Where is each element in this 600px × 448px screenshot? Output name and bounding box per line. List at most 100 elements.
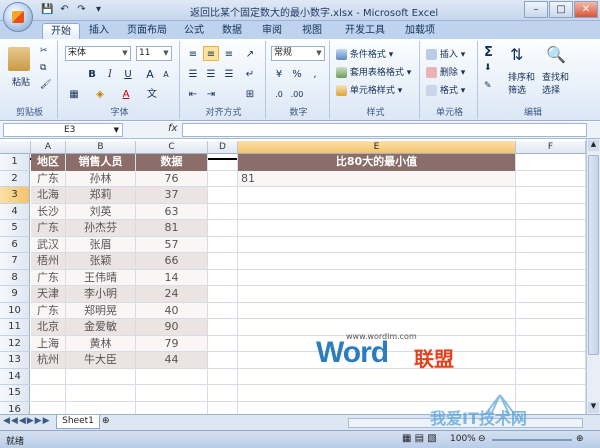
column-header-f[interactable]: F: [516, 141, 586, 154]
grow-font-button[interactable]: A: [142, 66, 158, 81]
scroll-thumb[interactable]: [588, 155, 599, 355]
tab-formulas[interactable]: 公式: [180, 23, 208, 39]
italic-button[interactable]: I: [102, 66, 118, 81]
scroll-up-icon[interactable]: ▲: [588, 140, 599, 151]
tab-page-layout[interactable]: 页面布局: [122, 23, 172, 39]
table-cell[interactable]: 北京: [31, 319, 65, 335]
align-left-icon[interactable]: ☰: [185, 66, 201, 81]
table-cell[interactable]: 广东: [31, 170, 65, 186]
table-cell[interactable]: 广东: [31, 269, 65, 285]
font-size-select[interactable]: 11 ▼: [136, 46, 172, 61]
row-header[interactable]: 2: [0, 170, 30, 187]
row-header[interactable]: 15: [0, 385, 30, 402]
table-header-cell[interactable]: 数据: [136, 154, 207, 171]
column-header-c[interactable]: C: [136, 141, 208, 154]
minimize-button[interactable]: –: [524, 1, 548, 18]
row-header[interactable]: 13: [0, 352, 30, 369]
row-header[interactable]: 3: [0, 187, 30, 204]
table-cell[interactable]: 57: [136, 236, 207, 252]
bold-button[interactable]: B: [84, 66, 100, 81]
new-sheet-icon[interactable]: ⊕: [102, 416, 110, 426]
comma-button[interactable]: ,: [307, 66, 323, 81]
table-cell[interactable]: 北海: [31, 187, 65, 203]
row-header[interactable]: 7: [0, 253, 30, 270]
table-cell[interactable]: 黄林: [66, 335, 135, 351]
table-cell[interactable]: 76: [136, 170, 207, 186]
table-cell[interactable]: 武汉: [31, 236, 65, 252]
table-cell[interactable]: 44: [136, 352, 207, 368]
cell-styles-button[interactable]: 单元格样式 ▾: [336, 83, 402, 96]
row-header[interactable]: 16: [0, 401, 30, 414]
table-cell[interactable]: 66: [136, 253, 207, 269]
number-format-select[interactable]: 常规 ▼: [271, 46, 325, 61]
increase-indent-icon[interactable]: ⇥: [203, 86, 219, 101]
table-cell[interactable]: 梧州: [31, 253, 65, 269]
border-icon[interactable]: ▦: [66, 86, 82, 101]
decrease-indent-icon[interactable]: ⇤: [185, 86, 201, 101]
table-cell[interactable]: 40: [136, 302, 207, 318]
tab-home[interactable]: 开始: [42, 23, 80, 39]
find-select-label-2[interactable]: 选择: [542, 83, 560, 96]
table-cell[interactable]: 王伟晴: [66, 269, 135, 285]
table-cell[interactable]: 广东: [31, 220, 65, 236]
row-header[interactable]: 6: [0, 236, 30, 253]
row-header[interactable]: 4: [0, 203, 30, 220]
zoom-slider[interactable]: [492, 439, 572, 441]
table-cell[interactable]: 上海: [31, 335, 65, 351]
row-header[interactable]: 9: [0, 286, 30, 303]
phonetic-icon[interactable]: 文: [144, 86, 160, 101]
zoom-level[interactable]: 100%: [450, 434, 476, 444]
wrap-text-icon[interactable]: ↵: [242, 66, 258, 81]
row-header[interactable]: 12: [0, 335, 30, 352]
clear-icon[interactable]: ✎: [484, 81, 492, 91]
table-cell[interactable]: 63: [136, 203, 207, 219]
sort-filter-label-2[interactable]: 筛选: [508, 83, 526, 96]
delete-cells-button[interactable]: 删除 ▾: [426, 65, 465, 78]
align-middle-icon[interactable]: ≡: [203, 46, 219, 61]
decrease-decimal-icon[interactable]: .00: [289, 86, 305, 101]
increase-decimal-icon[interactable]: .0: [271, 86, 287, 101]
orientation-icon[interactable]: ↗: [242, 46, 258, 61]
table-header-cell[interactable]: 地区: [31, 154, 65, 171]
fill-icon[interactable]: ⬇: [484, 63, 492, 73]
result-header[interactable]: 比80大的最小值: [238, 154, 515, 171]
zoom-in-icon[interactable]: ⊕: [576, 434, 584, 444]
align-bottom-icon[interactable]: ≡: [221, 46, 237, 61]
font-name-select[interactable]: 宋体 ▼: [65, 46, 131, 61]
row-header[interactable]: 8: [0, 269, 30, 286]
merge-center-icon[interactable]: ⊞: [242, 86, 258, 101]
tab-insert[interactable]: 插入: [84, 23, 114, 39]
tab-view[interactable]: 视图: [298, 23, 326, 39]
table-cell[interactable]: 李小明: [66, 286, 135, 302]
find-select-icon[interactable]: 🔍: [546, 45, 566, 64]
table-cell[interactable]: 张颖: [66, 253, 135, 269]
save-icon[interactable]: 💾: [40, 3, 55, 17]
underline-button[interactable]: U: [120, 66, 136, 81]
table-cell[interactable]: 张眉: [66, 236, 135, 252]
align-right-icon[interactable]: ☰: [221, 66, 237, 81]
redo-icon[interactable]: ↷: [74, 3, 89, 17]
column-header-e[interactable]: E: [238, 141, 516, 154]
row-header[interactable]: 10: [0, 302, 30, 319]
table-cell[interactable]: 79: [136, 335, 207, 351]
table-cell[interactable]: 杭州: [31, 352, 65, 368]
autosum-button[interactable]: Σ: [484, 45, 493, 60]
row-header[interactable]: 14: [0, 368, 30, 385]
column-header-b[interactable]: B: [66, 141, 136, 154]
format-as-table-button[interactable]: 套用表格格式 ▾: [336, 65, 411, 78]
tab-developer[interactable]: 开发工具: [340, 23, 390, 39]
table-header-cell[interactable]: 销售人员: [66, 154, 135, 171]
table-cell[interactable]: 14: [136, 269, 207, 285]
view-buttons-icon[interactable]: ▦ ▤ ▧: [402, 433, 437, 444]
row-header[interactable]: 5: [0, 220, 30, 237]
undo-icon[interactable]: ↶: [57, 3, 72, 17]
table-cell[interactable]: 37: [136, 187, 207, 203]
currency-icon[interactable]: ¥: [271, 66, 287, 81]
table-cell[interactable]: 长沙: [31, 203, 65, 219]
result-value[interactable]: 81: [238, 170, 515, 186]
fx-icon[interactable]: fx: [168, 123, 177, 134]
shrink-font-button[interactable]: A: [158, 66, 174, 81]
formula-input[interactable]: [182, 123, 587, 137]
tab-data[interactable]: 数据: [218, 23, 246, 39]
column-header-a[interactable]: A: [31, 141, 66, 154]
